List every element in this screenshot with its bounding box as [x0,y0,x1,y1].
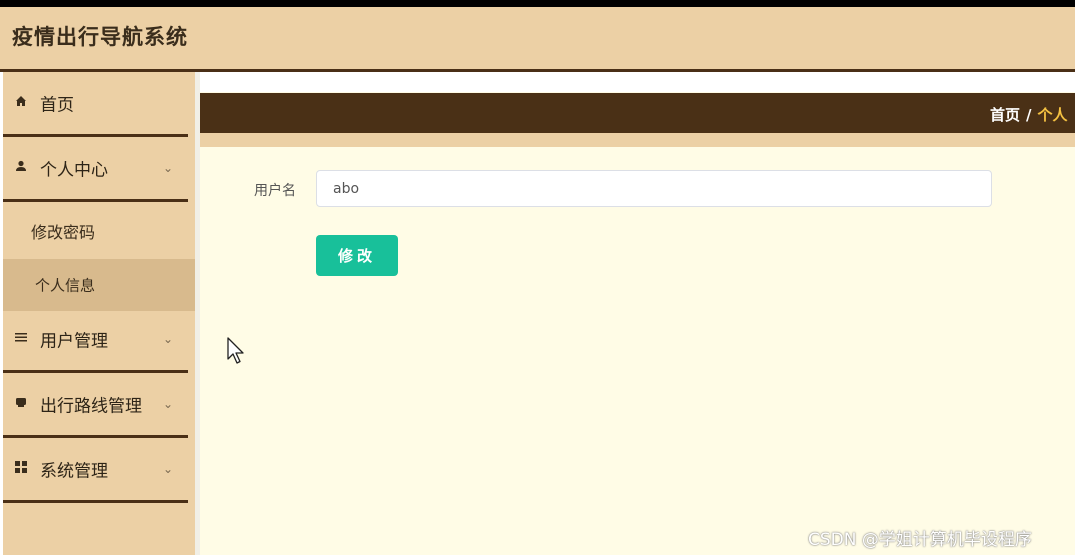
sidebar-subitem-label: 修改密码 [31,223,96,242]
window-top-edge [0,0,1075,7]
sidebar-item-label: 用户管理 [40,331,108,352]
list-icon [14,331,28,347]
sidebar-item-label: 首页 [40,95,74,116]
sidebar-subitem-personal-info[interactable]: 个人信息 [3,259,195,311]
sidebar-subitem-label: 个人信息 [35,276,96,295]
grid-icon [14,461,28,477]
main-content: 首页 / 个人 用户名 abo 修改 [200,72,1075,555]
modify-button[interactable]: 修改 [316,235,398,276]
sidebar-item-label: 系统管理 [40,461,108,482]
home-icon [14,95,28,111]
sidebar-item-personal-center[interactable]: 个人中心 ⌄ [3,137,188,202]
chevron-down-icon: ⌄ [163,397,174,411]
sidebar-item-label: 出行路线管理 [40,396,142,417]
chevron-down-icon: ⌄ [163,161,174,175]
sidebar-item-user-management[interactable]: 用户管理 ⌄ [3,308,188,373]
user-icon [14,160,28,176]
sidebar-item-route-management[interactable]: 出行路线管理 ⌄ [3,373,188,438]
sidebar: 首页 个人中心 ⌄ 修改密码 个人信息 用户管理 ⌄ 出行路线管理 ⌄ 系统管理… [3,72,195,555]
username-field[interactable]: abo [316,170,992,207]
watermark-text: CSDN @学姐计算机毕设程序 [808,530,1032,550]
breadcrumb-home[interactable]: 首页 [990,106,1020,124]
sidebar-item-label: 个人中心 [40,160,108,181]
breadcrumb-current: 个人 [1037,106,1068,124]
app-title: 疫情出行导航系统 [12,25,188,49]
sidebar-subitem-change-password[interactable]: 修改密码 [3,205,195,257]
breadcrumb-separator: / [1026,106,1032,124]
chevron-down-icon: ⌄ [163,332,174,346]
mouse-cursor-icon [227,337,245,369]
app-header: 疫情出行导航系统 [0,7,1075,72]
sidebar-item-system-management[interactable]: 系统管理 ⌄ [3,438,188,503]
chevron-down-icon: ⌄ [163,462,174,476]
route-icon [14,396,28,412]
main-top-spacer [200,72,1075,92]
username-label: 用户名 [254,183,296,199]
breadcrumb: 首页 / 个人 [990,104,1068,125]
breadcrumb-underline [200,133,1075,147]
sidebar-item-home[interactable]: 首页 [3,72,188,137]
breadcrumb-bar: 首页 / 个人 [200,93,1075,133]
